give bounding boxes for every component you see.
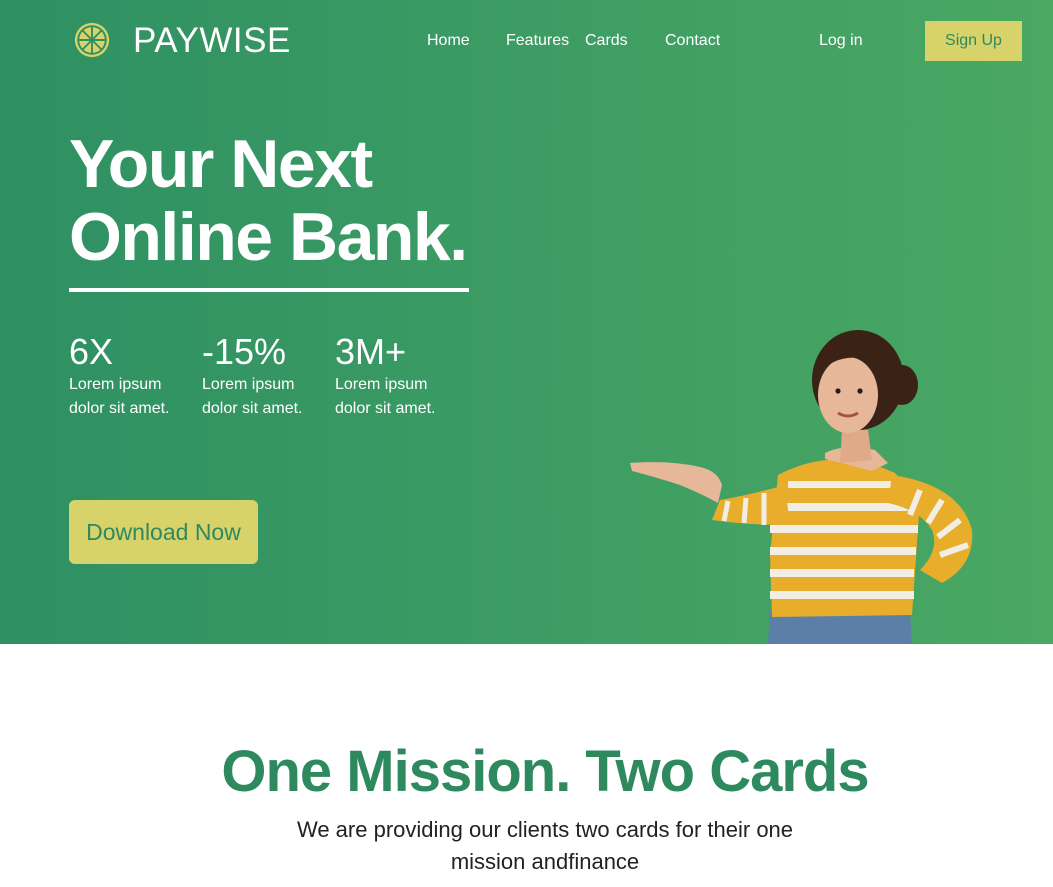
mission-title: One Mission. Two Cards — [221, 739, 869, 804]
mission-subtitle-line2: mission andfinance — [450, 849, 640, 874]
hero-headline-line1: Your Next — [69, 126, 373, 202]
stat-item: 6X Lorem ipsum dolor sit amet. — [69, 332, 194, 421]
stat-item: 3M+ Lorem ipsum dolor sit amet. — [335, 332, 460, 421]
stat-desc-line1: Lorem ipsum — [69, 376, 162, 393]
headline-underline — [69, 288, 469, 292]
stat-desc-line2: dolor sit amet. — [202, 400, 303, 417]
hero-section: PAYWISE Home Features Cards Contact Log … — [0, 0, 1053, 644]
stat-item: -15% Lorem ipsum dolor sit amet. — [202, 332, 327, 421]
signup-button[interactable]: Sign Up — [925, 21, 1022, 61]
login-link[interactable]: Log in — [819, 31, 863, 51]
nav-features[interactable]: Features — [506, 31, 569, 51]
stat-desc-line2: dolor sit amet. — [335, 400, 436, 417]
stat-value: 3M+ — [335, 331, 407, 372]
lemon-slice-icon — [74, 22, 110, 58]
stat-desc-line2: dolor sit amet. — [69, 400, 170, 417]
download-button[interactable]: Download Now — [69, 500, 258, 564]
nav-cards[interactable]: Cards — [585, 31, 628, 51]
nav-contact[interactable]: Contact — [665, 31, 720, 51]
stat-value: 6X — [69, 331, 114, 372]
brand-name[interactable]: PAYWISE — [133, 20, 291, 62]
stat-description: Lorem ipsum dolor sit amet. — [202, 373, 327, 421]
stat-description: Lorem ipsum dolor sit amet. — [69, 373, 194, 421]
mission-subtitle: We are providing our clients two cards f… — [290, 814, 800, 878]
stat-desc-line1: Lorem ipsum — [202, 376, 295, 393]
nav-home[interactable]: Home — [427, 31, 470, 51]
logo[interactable] — [73, 21, 111, 59]
mission-subtitle-line1: We are providing our clients two cards f… — [296, 817, 794, 842]
hero-woman-image — [630, 330, 973, 644]
stat-value: -15% — [202, 331, 287, 372]
hero-headline-line2: Online Bank. — [69, 199, 468, 275]
stat-description: Lorem ipsum dolor sit amet. — [335, 373, 460, 421]
stat-desc-line1: Lorem ipsum — [335, 376, 428, 393]
hero-headline: Your Next Online Bank. — [69, 126, 468, 275]
